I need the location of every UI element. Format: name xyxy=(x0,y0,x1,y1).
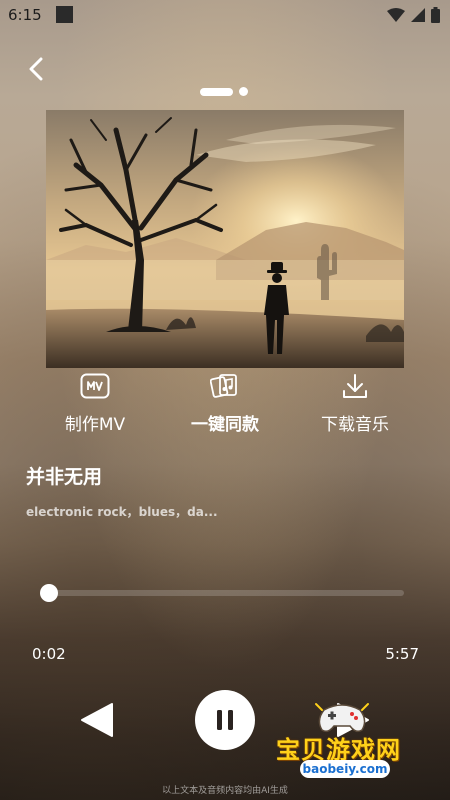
song-tags: electronic rock，blues，da... xyxy=(26,505,218,519)
make-mv-label: 制作MV xyxy=(64,415,126,435)
watermark-url: baobeiy.com xyxy=(300,760,390,778)
download-music-label: 下载音乐 xyxy=(321,415,389,435)
battery-icon xyxy=(431,7,440,23)
ai-disclaimer: 以上文本及音频内容均由AI生成 xyxy=(162,786,288,796)
back-button[interactable] xyxy=(22,54,50,84)
wifi-icon xyxy=(387,8,405,22)
one-click-same-label: 一键同款 xyxy=(191,415,259,435)
previous-button[interactable] xyxy=(78,700,118,740)
status-time: 6:15 xyxy=(8,6,42,24)
page-indicator[interactable] xyxy=(200,87,248,96)
pause-icon xyxy=(217,710,233,730)
page-dot-active[interactable] xyxy=(200,87,233,96)
notification-icon xyxy=(56,6,73,23)
play-previous-icon xyxy=(81,703,113,737)
total-time: 5:57 xyxy=(385,645,419,663)
status-icons xyxy=(387,7,440,23)
song-title: 并非无用 xyxy=(26,466,103,488)
cards-music-icon xyxy=(165,370,285,402)
chevron-left-icon xyxy=(29,57,43,81)
one-click-same-button[interactable]: 一键同款 xyxy=(165,370,285,435)
make-mv-button[interactable]: 制作MV xyxy=(35,370,155,435)
cellular-signal-icon xyxy=(411,8,425,22)
download-music-button[interactable]: 下载音乐 xyxy=(295,370,415,435)
status-bar: 6:15 xyxy=(0,0,450,30)
current-time: 0:02 xyxy=(32,645,66,663)
download-icon xyxy=(295,370,415,402)
page-dot[interactable] xyxy=(239,87,248,96)
mv-icon xyxy=(35,370,155,402)
cover-art xyxy=(46,110,404,368)
watermark-logo: 宝贝游戏网 baobeiy.com xyxy=(272,700,422,780)
cover-art-illustration xyxy=(46,110,404,368)
pause-button[interactable] xyxy=(195,690,255,750)
progress-bar[interactable] xyxy=(48,590,404,596)
action-row: 制作MV 一键同款 下载音乐 xyxy=(0,370,450,440)
progress-thumb[interactable] xyxy=(40,584,58,602)
